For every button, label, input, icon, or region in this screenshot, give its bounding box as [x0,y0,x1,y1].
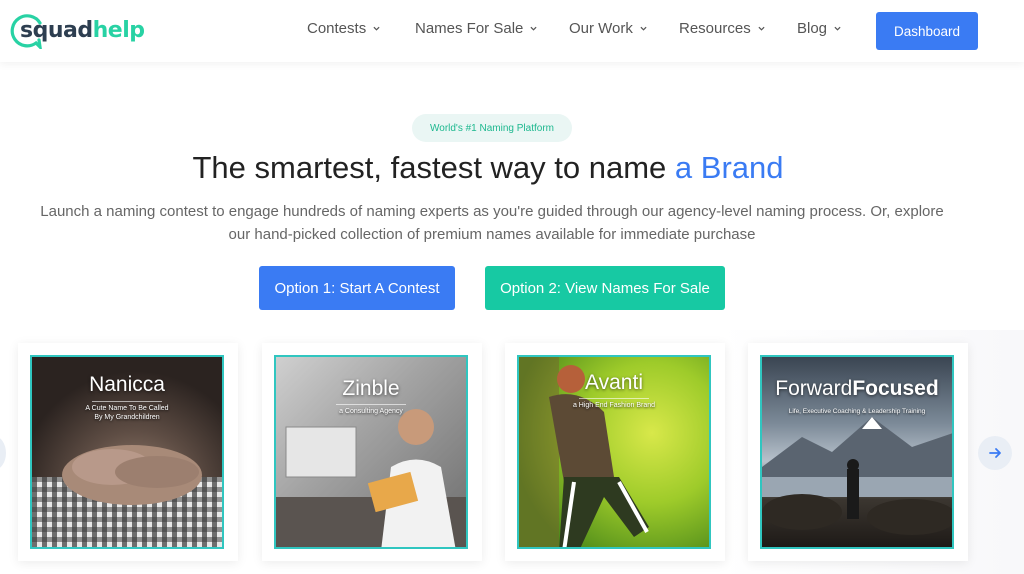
chevron-down-icon [834,26,841,31]
view-names-button[interactable]: Option 2: View Names For Sale [485,266,725,310]
showcase-card-nanicca[interactable]: Nanicca A Cute Name To Be Called By My G… [18,343,238,561]
dashboard-button[interactable]: Dashboard [876,12,978,50]
showcase-card-avanti[interactable]: Avanti a High End Fashion Brand [505,343,725,561]
nav-names-for-sale[interactable]: Names For Sale [415,20,537,37]
card-image: Nanicca A Cute Name To Be Called By My G… [30,355,224,549]
carousel-next-button[interactable] [978,436,1012,470]
nav-blog[interactable]: Blog [797,20,841,37]
page-headline: The smartest, fastest way to name a Bran… [0,150,976,186]
hero-subtitle-line1: Launch a naming contest to engage hundre… [40,203,944,220]
chevron-down-icon [758,26,765,31]
nav-resources-label: Resources [679,20,751,37]
headline-accent: a Brand [674,150,784,185]
chevron-down-icon [373,26,380,31]
card-title: Avanti [585,371,643,394]
card-subtitle-line1: a Consulting Agency [339,408,403,415]
chat-bubble-logo-icon [10,14,42,49]
card-title-part-a: Forward [775,377,853,400]
hero-subtitle: Launch a naming contest to engage hundre… [0,200,984,246]
start-contest-button[interactable]: Option 1: Start A Contest [259,266,455,310]
card-subtitle: a Consulting Agency [276,404,466,416]
card-subtitle: A Cute Name To Be Called By My Grandchil… [32,401,222,422]
card-subtitle-line1: A Cute Name To Be Called [85,405,169,412]
card-subtitle-line1: a High End Fashion Brand [572,402,656,409]
card-subtitle: a High End Fashion Brand [519,398,709,410]
card-image: Avanti a High End Fashion Brand [517,355,711,549]
nav-contests[interactable]: Contests [307,20,380,37]
headline-main: The smartest, fastest way to name [192,150,667,185]
card-subtitle: Life, Executive Coaching & Leadership Tr… [762,407,952,416]
chevron-down-icon [640,26,647,31]
showcase-card-forwardfocused[interactable]: ForwardFocused Life, Executive Coaching … [748,343,968,561]
card-title-part-b: Focused [852,377,939,400]
nav-contests-label: Contests [307,20,367,37]
card-image: ForwardFocused Life, Executive Coaching … [760,355,954,549]
hero-subtitle-line2: our hand-picked collection of premium na… [228,226,756,243]
card-subtitle-line2: By My Grandchildren [94,414,160,421]
logo-text-help: help [92,18,145,43]
nav-resources[interactable]: Resources [679,20,765,37]
nav-blog-label: Blog [797,20,828,37]
squadhelp-logo[interactable]: squadhelp [10,10,145,52]
card-title: Nanicca [89,373,165,396]
site-header: squadhelp Contests Names For Sale Our Wo… [0,0,1024,62]
card-subtitle-line1: Life, Executive Coaching & Leadership Tr… [788,408,926,415]
platform-badge: World's #1 Naming Platform [412,114,572,142]
nav-our-work-label: Our Work [569,20,633,37]
chevron-down-icon [530,26,537,31]
showcase-card-zinble[interactable]: Zinble a Consulting Agency [262,343,482,561]
nav-names-for-sale-label: Names For Sale [415,20,524,37]
card-title: Zinble [342,377,400,400]
card-title: ForwardFocused [762,377,952,401]
arrow-right-icon [989,448,1001,458]
card-image: Zinble a Consulting Agency [274,355,468,549]
nav-our-work[interactable]: Our Work [569,20,647,37]
